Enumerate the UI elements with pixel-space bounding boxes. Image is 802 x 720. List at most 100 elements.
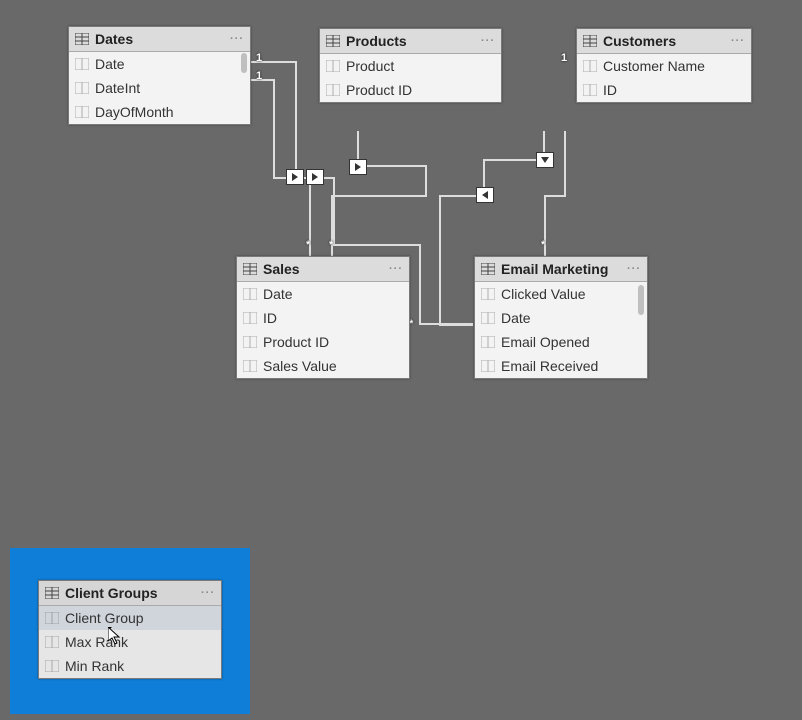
field-item[interactable]: ID [577,78,751,102]
column-icon [243,336,257,348]
table-title: Email Marketing [501,261,623,277]
table-products[interactable]: Products ··· Product Product ID [319,28,502,103]
table-title: Customers [603,33,727,49]
model-canvas[interactable]: { "tables": { "dates": { "title": "Dates… [0,0,802,720]
cardinality-many: * [541,239,545,251]
table-icon [45,587,59,599]
cardinality-many: * [329,239,333,251]
field-name: Date [263,286,293,302]
field-item[interactable]: ID [237,306,409,330]
filter-direction-arrow [286,169,304,185]
field-item[interactable]: Client Group [39,606,221,630]
column-icon [243,360,257,372]
column-icon [481,312,495,324]
field-name: DayOfMonth [95,104,174,120]
table-title: Sales [263,261,385,277]
field-name: Product [346,58,394,74]
field-item[interactable]: Product ID [320,78,501,102]
table-header[interactable]: Customers ··· [577,29,751,54]
column-icon [45,636,59,648]
table-title: Client Groups [65,585,197,601]
table-title: Products [346,33,477,49]
field-item[interactable]: Customer Name [577,54,751,78]
cardinality-one: 1 [256,52,262,64]
table-icon [583,35,597,47]
field-list: Date ID Product ID Sales Value [237,282,409,378]
more-icon[interactable]: ··· [230,33,244,45]
field-item[interactable]: DayOfMonth [69,100,250,124]
field-item[interactable]: Email Received [475,354,647,378]
more-icon[interactable]: ··· [201,587,215,599]
column-icon [481,336,495,348]
table-icon [481,263,495,275]
field-item[interactable]: Date [237,282,409,306]
field-name: Max Rank [65,634,128,650]
table-header[interactable]: Email Marketing ··· [475,257,647,282]
field-name: Customer Name [603,58,705,74]
column-icon [45,612,59,624]
field-list: Clicked Value Date Email Opened Email Re… [475,282,647,378]
field-item[interactable]: Product ID [237,330,409,354]
table-header[interactable]: Sales ··· [237,257,409,282]
field-name: Clicked Value [501,286,586,302]
column-icon [481,360,495,372]
field-name: Min Rank [65,658,124,674]
column-icon [583,84,597,96]
table-header[interactable]: Dates ··· [69,27,250,52]
table-icon [326,35,340,47]
more-icon[interactable]: ··· [627,263,641,275]
column-icon [45,660,59,672]
field-name: DateInt [95,80,140,96]
column-icon [243,288,257,300]
table-dates[interactable]: Dates ··· Date DateInt DayOfMonth [68,26,251,125]
cardinality-one: 1 [561,52,567,64]
field-item[interactable]: Product [320,54,501,78]
table-header[interactable]: Products ··· [320,29,501,54]
column-icon [75,82,89,94]
cardinality-one: 1 [256,70,262,82]
column-icon [243,312,257,324]
filter-direction-arrow [476,187,494,203]
field-list: Client Group Max Rank Min Rank [39,606,221,678]
field-list: Date DateInt DayOfMonth [69,52,250,124]
field-name: Client Group [65,610,144,626]
field-name: ID [603,82,617,98]
scrollbar-thumb[interactable] [241,53,247,73]
field-list: Customer Name ID [577,54,751,102]
field-name: Date [501,310,531,326]
table-header[interactable]: Client Groups ··· [39,581,221,606]
table-icon [75,33,89,45]
field-list: Product Product ID [320,54,501,102]
field-item[interactable]: Date [69,52,250,76]
field-item[interactable]: Clicked Value [475,282,647,306]
field-name: Product ID [263,334,329,350]
field-name: Email Received [501,358,598,374]
more-icon[interactable]: ··· [389,263,403,275]
field-name: Email Opened [501,334,590,350]
table-email-marketing[interactable]: Email Marketing ··· Clicked Value Date E… [474,256,648,379]
more-icon[interactable]: ··· [731,35,745,47]
table-customers[interactable]: Customers ··· Customer Name ID [576,28,752,103]
table-title: Dates [95,31,226,47]
field-item[interactable]: Max Rank [39,630,221,654]
table-icon [243,263,257,275]
field-item[interactable]: Date [475,306,647,330]
table-client-groups[interactable]: Client Groups ··· Client Group Max Rank … [38,580,222,679]
column-icon [75,58,89,70]
field-item[interactable]: Min Rank [39,654,221,678]
field-item[interactable]: DateInt [69,76,250,100]
filter-direction-arrow [536,152,554,168]
table-sales[interactable]: Sales ··· Date ID Product ID Sales Value [236,256,410,379]
field-item[interactable]: Email Opened [475,330,647,354]
filter-direction-arrow [306,169,324,185]
column-icon [326,84,340,96]
more-icon[interactable]: ··· [481,35,495,47]
field-name: Date [95,56,125,72]
field-name: Product ID [346,82,412,98]
field-name: ID [263,310,277,326]
scrollbar-thumb[interactable] [638,285,644,315]
field-item[interactable]: Sales Value [237,354,409,378]
filter-direction-arrow [349,159,367,175]
column-icon [326,60,340,72]
column-icon [481,288,495,300]
